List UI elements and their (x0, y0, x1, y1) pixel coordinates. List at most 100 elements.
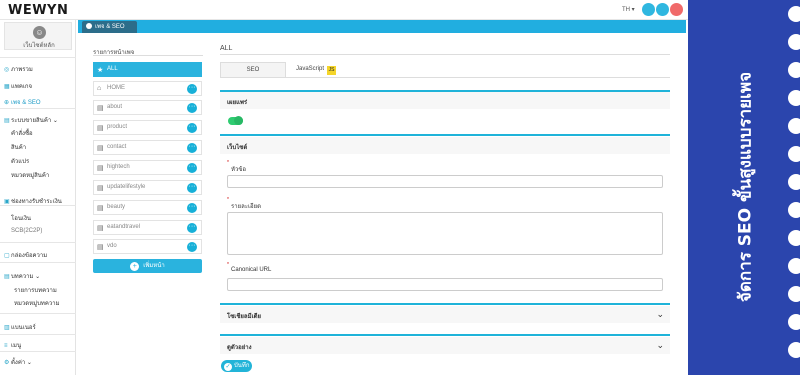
page-item-all[interactable]: ★ ALL (93, 62, 202, 77)
page-item[interactable]: ⌂ HOME ··· (93, 81, 202, 96)
chevron-down-icon[interactable]: ⌄ (656, 340, 664, 351)
inbox-icon: ▢ (4, 253, 10, 259)
more-options-icon[interactable]: ··· (187, 203, 197, 213)
page-name-field[interactable]: ALL (220, 45, 232, 52)
tab-page-seo[interactable]: เพจ & SEO (82, 21, 137, 33)
topic-input[interactable] (227, 175, 663, 188)
sidebar-item-scb[interactable]: SCB(2C2P) (4, 228, 42, 234)
stamp-edge (788, 202, 800, 218)
page-item-label: ALL (107, 66, 118, 72)
circle-icon: ◎ (4, 67, 10, 73)
page-icon: ▤ (97, 205, 104, 212)
divider (0, 108, 76, 109)
publish-toggle[interactable] (228, 116, 243, 125)
more-options-icon[interactable]: ··· (187, 223, 197, 233)
sidebar-item-label: ตัวแปร (11, 159, 30, 165)
sidebar-item-article-categories[interactable]: หมวดหมู่บทความ (14, 298, 60, 308)
more-options-icon[interactable]: ··· (187, 163, 197, 173)
sidebar-item-article-list[interactable]: รายการบทความ (14, 285, 57, 295)
profile-avatar-icon[interactable] (670, 3, 683, 16)
tab-javascript[interactable]: JavaScript JS (286, 62, 346, 77)
stamp-edge (788, 230, 800, 246)
page-item[interactable]: ▤ vdo ··· (93, 239, 202, 254)
sidebar-item-label: หมวดหมู่บทความ (14, 301, 60, 307)
canonical-url-input[interactable] (227, 278, 663, 291)
more-options-icon[interactable]: ··· (187, 123, 197, 133)
page-item[interactable]: ▤ about ··· (93, 100, 202, 115)
stamp-edge (788, 258, 800, 274)
stamp-edge (788, 314, 800, 330)
divider (0, 57, 76, 58)
sidebar-item-label: SCB(2C2P) (11, 228, 43, 234)
more-options-icon[interactable]: ··· (187, 183, 197, 193)
save-label: บันทึก (234, 363, 250, 369)
divider (220, 77, 670, 78)
more-options-icon[interactable]: ··· (187, 84, 197, 94)
more-options-icon[interactable]: ··· (187, 103, 197, 113)
home-icon[interactable] (642, 3, 655, 16)
sidebar-item-label: บทความ (11, 274, 34, 280)
javascript-icon: JS (327, 66, 336, 75)
sidebar-item-overview[interactable]: ◎ ภาพรวม (4, 64, 33, 74)
stamp-edge (788, 174, 800, 190)
stamp-edge (788, 34, 800, 50)
section-title: เว็บไซต์ (227, 145, 248, 151)
chevron-down-icon[interactable]: ⌄ (656, 309, 664, 320)
profile-box[interactable]: ☺ เว็บไซต์หลัก (4, 22, 72, 50)
page-item[interactable]: ▤ beauty ··· (93, 200, 202, 215)
sidebar-item-sales[interactable]: ▤ระบบขายสินค้า ⌄ (4, 115, 58, 125)
language-select[interactable]: TH ▾ (622, 6, 635, 13)
divider (220, 54, 670, 55)
required-mark: * (227, 197, 229, 203)
sidebar: ☺ เว็บไซต์หลัก ◎ ภาพรวม ▦แพคเกจ ⊕ เพจ & SE… (0, 20, 76, 375)
page-item[interactable]: ▤ hightech ··· (93, 160, 202, 175)
add-page-button[interactable]: + เพิ่มหน้า (93, 259, 202, 273)
check-icon: ✓ (224, 363, 232, 371)
grid-icon: ▦ (4, 84, 10, 90)
cart-icon: ▤ (4, 118, 10, 124)
sidebar-item-label: แบนเนอร์ (11, 325, 36, 331)
tab-seo[interactable]: SEO (220, 62, 286, 77)
sidebar-item-variants[interactable]: ตัวแปร (4, 156, 29, 166)
sidebar-item-payment-channels[interactable]: ▣ช่องทางรับชำระเงิน (4, 196, 62, 206)
sidebar-item-bank-transfer[interactable]: โอนเงิน (4, 213, 31, 223)
sidebar-item-product-categories[interactable]: หมวดหมู่สินค้า (4, 170, 49, 180)
detail-textarea[interactable] (227, 212, 663, 255)
section-accent (220, 334, 670, 336)
sidebar-item-articles[interactable]: ▤บทความ ⌄ (4, 271, 40, 281)
required-mark: * (227, 262, 229, 268)
sidebar-item-label: ระบบขายสินค้า (11, 118, 52, 124)
sidebar-item-menu[interactable]: ≡ เมนู (4, 340, 21, 350)
website-section-header: เว็บไซต์ (220, 137, 670, 154)
save-button[interactable]: ✓ บันทึก (221, 360, 252, 372)
more-options-icon[interactable]: ··· (187, 242, 197, 252)
sidebar-item-inbox[interactable]: ▢กล่องข้อความ (4, 250, 47, 260)
canonical-label: Canonical URL (231, 267, 272, 273)
page-item[interactable]: ▤ eatandtravel ··· (93, 220, 202, 235)
sidebar-item-orders[interactable]: คำสั่งซื้อ (4, 128, 33, 138)
page-icon: ▤ (97, 165, 104, 172)
stamp-edge (788, 286, 800, 302)
stamp-edge (788, 90, 800, 106)
sidebar-item-label: หมวดหมู่สินค้า (11, 173, 50, 179)
page-icon: ▤ (97, 244, 104, 251)
social-section-header[interactable]: โซเชียลมีเดีย ⌄ (220, 306, 670, 323)
page-item[interactable]: ▤ product ··· (93, 120, 202, 135)
tab-bar: เพจ & SEO (78, 20, 686, 33)
page-item[interactable]: ▤ updatelifestyle ··· (93, 180, 202, 195)
sidebar-item-label: กล่องข้อความ (11, 253, 48, 259)
sidebar-item-package[interactable]: ▦แพคเกจ (4, 81, 32, 91)
sidebar-item-products[interactable]: สินค้า (4, 142, 26, 152)
tab-label: เพจ & SEO (95, 24, 125, 30)
user-icon[interactable] (656, 3, 669, 16)
page-icon: ▤ (97, 225, 104, 232)
sidebar-item-settings[interactable]: ⚙ ตั้งค่า ⌄ (4, 357, 32, 367)
preview-section-header[interactable]: ดูตัวอย่าง ⌄ (220, 337, 670, 354)
page-item[interactable]: ▤ contact ··· (93, 140, 202, 155)
sidebar-item-banner[interactable]: ▥แบนเนอร์ (4, 322, 36, 332)
sidebar-item-page-seo[interactable]: ⊕ เพจ & SEO (4, 97, 41, 107)
wallet-icon: ▣ (4, 199, 10, 205)
more-options-icon[interactable]: ··· (187, 143, 197, 153)
publish-section-header: เผยแพร่ (220, 92, 670, 109)
logo: WEWYN (8, 3, 69, 18)
